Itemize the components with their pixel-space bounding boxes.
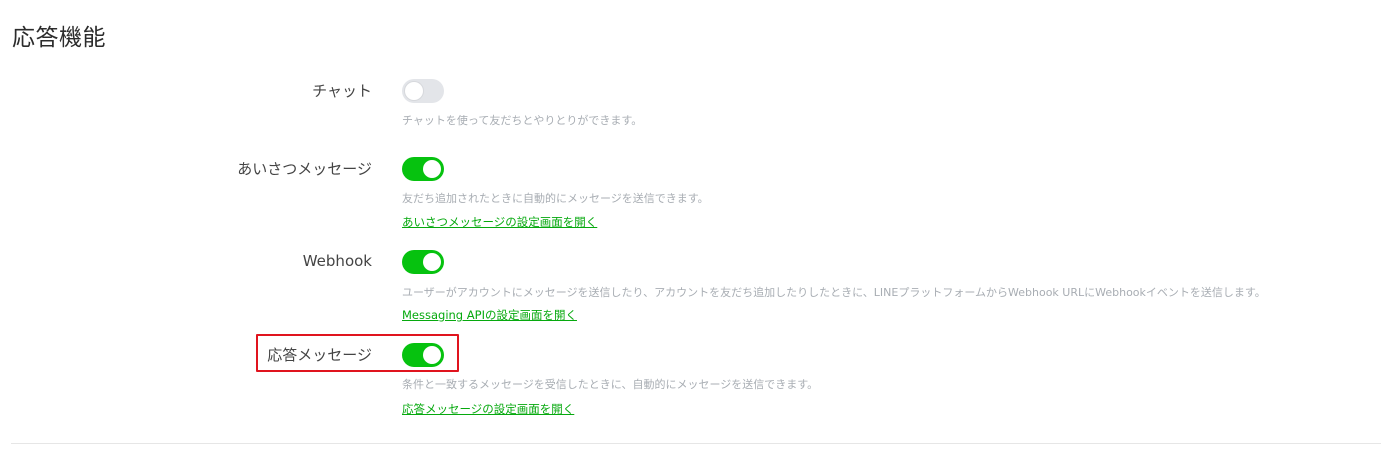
divider — [11, 443, 1381, 444]
toggle-webhook[interactable] — [402, 250, 444, 274]
setting-description-webhook: ユーザーがアカウントにメッセージを送信したり、アカウントを友だち追加したりしたと… — [402, 286, 1266, 299]
toggle-auto-response[interactable] — [402, 343, 444, 367]
toggle-knob — [423, 253, 441, 271]
toggle-knob — [423, 160, 441, 178]
greeting-message-settings-link[interactable]: あいさつメッセージの設定画面を開く — [402, 214, 597, 230]
section-title: 応答機能 — [12, 25, 106, 51]
auto-response-settings-link[interactable]: 応答メッセージの設定画面を開く — [402, 401, 574, 417]
setting-label-auto-response: 応答メッセージ — [267, 346, 372, 364]
toggle-chat[interactable] — [402, 79, 444, 103]
setting-label-webhook: Webhook — [302, 252, 372, 270]
toggle-greeting-message[interactable] — [402, 157, 444, 181]
setting-description-chat: チャットを使って友だちとやりとりができます。 — [402, 114, 643, 127]
setting-description-greeting-message: 友だち追加されたときに自動的にメッセージを送信できます。 — [402, 192, 709, 205]
setting-label-chat: チャット — [312, 82, 372, 100]
messaging-api-settings-link[interactable]: Messaging APIの設定画面を開く — [402, 307, 577, 323]
toggle-knob — [423, 346, 441, 364]
setting-description-auto-response: 条件と一致するメッセージを受信したときに、自動的にメッセージを送信できます。 — [402, 378, 819, 391]
toggle-knob — [405, 82, 423, 100]
setting-label-greeting-message: あいさつメッセージ — [237, 160, 372, 178]
